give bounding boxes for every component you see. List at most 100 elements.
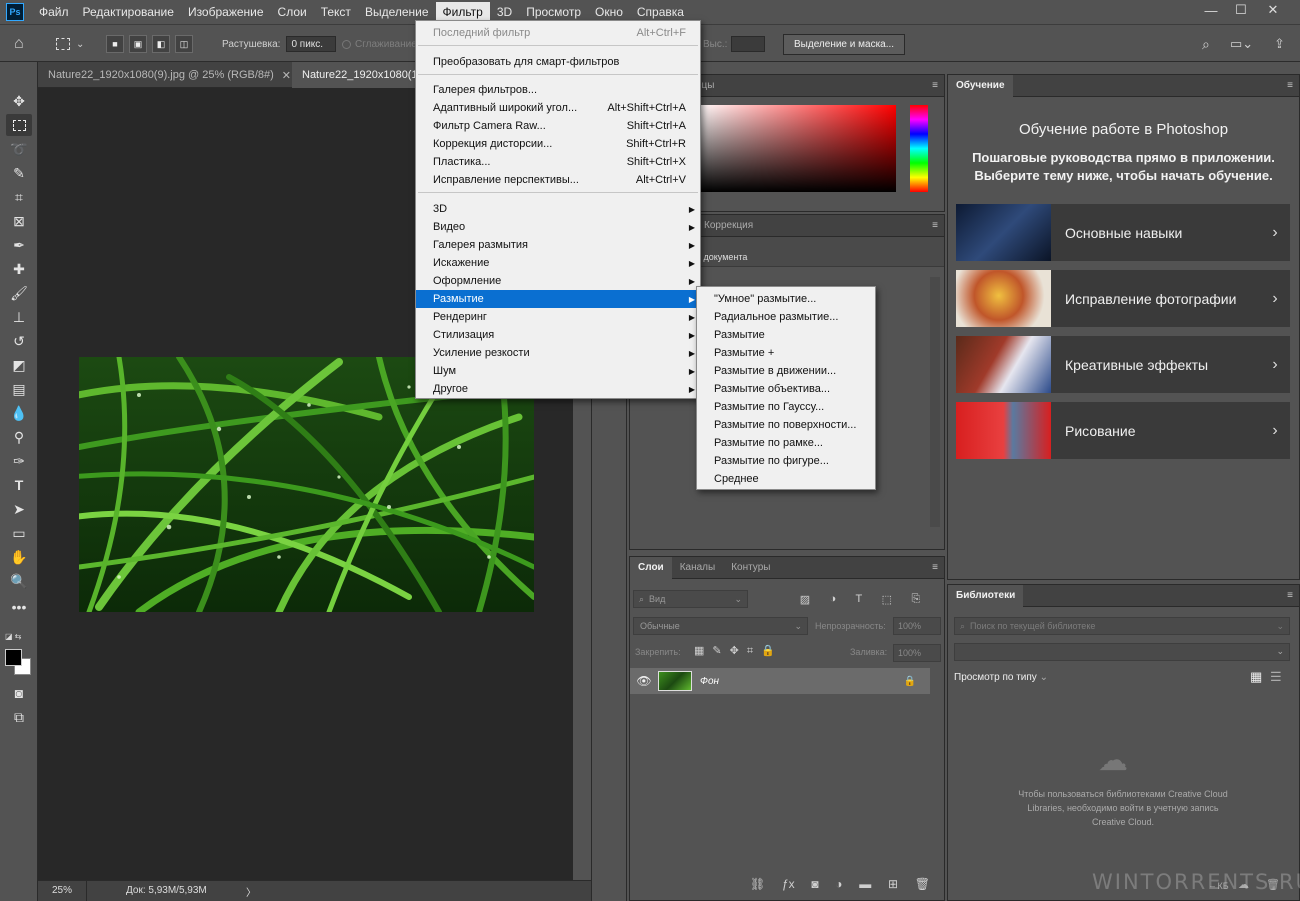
- clone-stamp-tool-icon[interactable]: ⊥: [6, 306, 32, 328]
- menu-item-noise[interactable]: Шум ▶: [416, 362, 700, 380]
- menu-item-blur[interactable]: Размытие ▶: [416, 290, 700, 308]
- menu-item-sharpen[interactable]: Усиление резкости ▶: [416, 344, 700, 362]
- layer-name[interactable]: Фон: [700, 676, 719, 687]
- learn-card[interactable]: Исправление фотографии ›: [956, 270, 1290, 327]
- rect-marquee-tool-icon[interactable]: [6, 114, 32, 136]
- dodge-tool-icon[interactable]: ⚲: [6, 426, 32, 448]
- workspace-icon[interactable]: ▭⌄: [1230, 25, 1253, 63]
- menu-item-filter-gallery[interactable]: Галерея фильтров...: [416, 81, 700, 99]
- search-icon[interactable]: ⌕: [1202, 25, 1210, 63]
- menu-item-lens-correction[interactable]: Коррекция дисторсии... Shift+Ctrl+R: [416, 135, 700, 153]
- hand-tool-icon[interactable]: ✋: [6, 546, 32, 568]
- panel-menu-icon[interactable]: ≡: [1287, 80, 1293, 91]
- menu-item-smart-filters[interactable]: Преобразовать для смарт-фильтров: [416, 53, 700, 71]
- home-icon[interactable]: ⌂: [14, 25, 24, 63]
- smart-filter-icon[interactable]: ⎘: [911, 593, 920, 607]
- menu-file[interactable]: Файл: [32, 2, 76, 22]
- close-window-button[interactable]: ✕: [1258, 0, 1288, 20]
- crop-tool-icon[interactable]: ⌗: [6, 186, 32, 208]
- panel-menu-icon[interactable]: ≡: [1287, 590, 1293, 601]
- add-selection-icon[interactable]: ▣: [129, 35, 147, 53]
- blur-tool-icon[interactable]: 💧: [6, 402, 32, 424]
- menu-image[interactable]: Изображение: [181, 2, 271, 22]
- new-group-icon[interactable]: ▬: [859, 877, 871, 891]
- menu-help[interactable]: Справка: [630, 2, 691, 22]
- layer-row[interactable]: 👁 Фон 🔒: [630, 668, 930, 694]
- menu-type[interactable]: Текст: [314, 2, 358, 22]
- frame-tool-icon[interactable]: ⊠: [6, 210, 32, 232]
- menu-filter[interactable]: Фильтр: [435, 2, 490, 22]
- tab-layers[interactable]: Слои: [630, 556, 672, 579]
- select-and-mask-button[interactable]: Выделение и маска...: [783, 33, 906, 55]
- zoom-tool-icon[interactable]: 🔍: [6, 570, 32, 592]
- quick-select-tool-icon[interactable]: ✎: [6, 162, 32, 184]
- learn-card[interactable]: Креативные эффекты ›: [956, 336, 1290, 393]
- menu-item-pixelate[interactable]: Оформление ▶: [416, 272, 700, 290]
- list-view-icon[interactable]: ☰: [1270, 669, 1282, 685]
- rectangle-tool-icon[interactable]: ▭: [6, 522, 32, 544]
- menu-edit[interactable]: Редактирование: [76, 2, 181, 22]
- delete-layer-icon[interactable]: 🗑: [915, 877, 930, 891]
- submenu-item-blur[interactable]: Размытие: [697, 326, 875, 344]
- history-brush-tool-icon[interactable]: ↺: [6, 330, 32, 352]
- minimize-button[interactable]: —: [1196, 0, 1226, 20]
- pixel-filter-icon[interactable]: ▨: [800, 593, 810, 607]
- layer-filter-select[interactable]: ⌕ Вид ⌄: [633, 590, 748, 608]
- eyedropper-tool-icon[interactable]: ✒: [6, 234, 32, 256]
- menu-item-blur-gallery[interactable]: Галерея размытия ▶: [416, 236, 700, 254]
- library-search-input[interactable]: ⌕ Поиск по текущей библиотеке ⌄: [954, 617, 1290, 635]
- submenu-item-box-blur[interactable]: Размытие по рамке...: [697, 434, 875, 452]
- path-select-tool-icon[interactable]: ➤: [6, 498, 32, 520]
- eye-icon[interactable]: 👁: [630, 674, 658, 688]
- adjustment-layer-icon[interactable]: ◑: [835, 877, 842, 891]
- quick-mask-icon[interactable]: ◙: [6, 682, 32, 704]
- grid-view-icon[interactable]: ▦: [1250, 669, 1262, 685]
- new-selection-icon[interactable]: ■: [106, 35, 124, 53]
- tab-paths[interactable]: Контуры: [723, 557, 778, 579]
- close-icon[interactable]: ✕: [282, 69, 291, 82]
- hue-slider[interactable]: [910, 105, 928, 192]
- tab-channels[interactable]: Каналы: [672, 557, 724, 579]
- maximize-button[interactable]: ☐: [1226, 0, 1256, 20]
- subtract-selection-icon[interactable]: ◧: [152, 35, 170, 53]
- panel-menu-icon[interactable]: ≡: [932, 80, 938, 91]
- fx-icon[interactable]: ƒx: [782, 877, 795, 891]
- link-layers-icon[interactable]: ⛓: [750, 877, 765, 891]
- feather-input[interactable]: 0 пикс.: [286, 36, 337, 52]
- default-colors-icon[interactable]: ◪ ⇆: [5, 632, 21, 641]
- brush-tool-icon[interactable]: 🖌: [6, 282, 32, 304]
- submenu-item-shape-blur[interactable]: Размытие по фигуре...: [697, 452, 875, 470]
- height-input[interactable]: [731, 36, 766, 52]
- healing-brush-tool-icon[interactable]: ✚: [6, 258, 32, 280]
- menu-item-adaptive-wide-angle[interactable]: Адаптивный широкий угол... Alt+Shift+Ctrl…: [416, 99, 700, 117]
- zoom-level[interactable]: 25%: [52, 885, 72, 896]
- blend-mode-select[interactable]: Обычные ⌄: [633, 617, 808, 635]
- submenu-item-surface-blur[interactable]: Размытие по поверхности...: [697, 416, 875, 434]
- submenu-item-radial-blur[interactable]: Радиальное размытие...: [697, 308, 875, 326]
- gradient-tool-icon[interactable]: ▤: [6, 378, 32, 400]
- fill-input[interactable]: 100%: [893, 644, 941, 662]
- new-layer-icon[interactable]: ⊞: [888, 877, 898, 891]
- panel-menu-icon[interactable]: ≡: [932, 220, 938, 231]
- menu-item-stylize[interactable]: Стилизация ▶: [416, 326, 700, 344]
- menu-select[interactable]: Выделение: [358, 2, 436, 22]
- submenu-item-gaussian-blur[interactable]: Размытие по Гауссу...: [697, 398, 875, 416]
- tab-learn[interactable]: Обучение: [948, 74, 1013, 97]
- type-tool-icon[interactable]: T: [6, 474, 32, 496]
- status-arrow-icon[interactable]: 〉: [246, 884, 256, 899]
- add-mask-icon[interactable]: ◙: [811, 877, 818, 891]
- menu-item-liquify[interactable]: Пластика... Shift+Ctrl+X: [416, 153, 700, 171]
- move-tool-icon[interactable]: ✥: [6, 90, 32, 112]
- lock-icons[interactable]: ▦✎✥⌗🔒: [694, 644, 783, 658]
- menu-3d[interactable]: 3D: [490, 2, 519, 22]
- submenu-item-average[interactable]: Среднее: [697, 470, 875, 488]
- pen-tool-icon[interactable]: ✑: [6, 450, 32, 472]
- submenu-item-blur-more[interactable]: Размытие +: [697, 344, 875, 362]
- submenu-item-smart-blur[interactable]: "Умное" размытие...: [697, 290, 875, 308]
- library-select[interactable]: ⌄: [954, 643, 1290, 661]
- menu-view[interactable]: Просмотр: [519, 2, 588, 22]
- menu-window[interactable]: Окно: [588, 2, 630, 22]
- tab-libraries[interactable]: Библиотеки: [948, 584, 1024, 607]
- foreground-color-swatch[interactable]: [5, 649, 22, 666]
- menu-item-3d[interactable]: 3D ▶: [416, 200, 700, 218]
